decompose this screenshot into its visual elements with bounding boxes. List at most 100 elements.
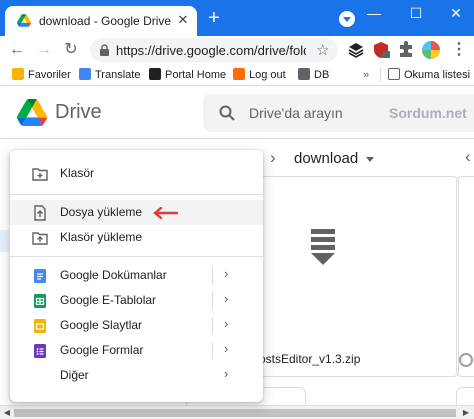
- file-card[interactable]: [456, 387, 474, 407]
- forward-icon[interactable]: →: [33, 39, 55, 61]
- chevron-right-icon[interactable]: ›: [224, 316, 228, 331]
- more-bookmarks-icon[interactable]: »: [363, 67, 369, 83]
- back-icon[interactable]: ←: [6, 39, 28, 61]
- chevron-right-icon: ‹: [465, 147, 471, 166]
- menu-item-folder-upload[interactable]: Klasör yükleme: [10, 225, 263, 250]
- search-placeholder: Drive'da arayın: [249, 105, 343, 121]
- bookmark-favoriler[interactable]: Favoriler: [12, 67, 71, 83]
- menu-divider: [10, 256, 263, 257]
- red-arrow-annotation-icon: [153, 207, 178, 219]
- file-name: ostsEditor_v1.3.zip: [259, 352, 361, 366]
- profile-avatar-icon[interactable]: [421, 40, 441, 60]
- google-docs-icon: [34, 269, 46, 283]
- chevron-right-icon[interactable]: ›: [224, 366, 228, 381]
- tab-title: download - Google Drive: [39, 14, 172, 28]
- chevron-right-icon: ›: [270, 148, 276, 167]
- menu-item-label: Google Slaytlar: [60, 318, 143, 332]
- menu-item-label: Google Formlar: [60, 343, 144, 357]
- submenu-divider: [212, 267, 213, 284]
- chevron-right-icon[interactable]: ›: [224, 341, 228, 356]
- bookmarks-divider: [380, 68, 381, 82]
- lock-icon: [100, 44, 109, 56]
- bookmark-label: Translate: [95, 69, 141, 81]
- chevron-right-icon[interactable]: ›: [224, 266, 228, 281]
- logout-icon: [233, 68, 245, 80]
- chevron-down-icon[interactable]: [366, 157, 374, 162]
- minimize-icon[interactable]: —: [354, 0, 394, 30]
- new-tab-button[interactable]: +: [205, 8, 223, 28]
- menu-item-label: Diğer: [60, 368, 89, 382]
- scrollbar-thumb[interactable]: [14, 409, 456, 417]
- menu-item-label: Google E-Tablolar: [60, 293, 157, 307]
- address-bar[interactable]: https://drive.google.com/drive/folder...…: [90, 38, 338, 62]
- google-slides-icon: [34, 319, 46, 333]
- bookmark-label: Portal Home: [165, 69, 227, 81]
- chevron-right-icon[interactable]: ›: [224, 291, 228, 306]
- translate-icon: [79, 68, 91, 80]
- layers-extension-icon[interactable]: [346, 40, 366, 60]
- portal-icon: [149, 68, 161, 80]
- extensions-puzzle-icon[interactable]: [396, 40, 416, 60]
- menu-item-label: Klasör yükleme: [60, 230, 143, 244]
- tab-search-icon[interactable]: [339, 11, 355, 27]
- scroll-left-icon[interactable]: ◀: [2, 408, 12, 418]
- browser-tab[interactable]: download - Google Drive ✕: [5, 6, 197, 36]
- security-extension-icon[interactable]: [371, 40, 391, 60]
- google-drive-favicon-icon: [17, 14, 31, 27]
- bookmarks-bar: Favoriler Translate Portal Home Log out …: [0, 64, 474, 86]
- file-card[interactable]: [456, 176, 474, 377]
- menu-divider: [10, 194, 263, 195]
- google-sheets-icon: [34, 294, 46, 308]
- file-type-icon: [459, 353, 473, 367]
- folder-icon: [12, 68, 24, 80]
- menu-item-file-upload[interactable]: Dosya yükleme: [10, 200, 263, 225]
- bookmark-log-out[interactable]: Log out: [233, 67, 286, 83]
- menu-item-more[interactable]: Diğer ›: [10, 363, 263, 388]
- drive-header: Drive Drive'da arayın Sordum.net: [0, 87, 474, 139]
- zip-archive-icon: [311, 229, 335, 265]
- menu-item-label: Dosya yükleme: [60, 205, 143, 219]
- horizontal-scrollbar[interactable]: ◀ ▶: [0, 405, 474, 419]
- menu-item-label: Google Dokümanlar: [60, 268, 167, 282]
- menu-item-label: Klasör: [60, 166, 95, 180]
- bookmark-reading-list[interactable]: Okuma listesi: [388, 67, 470, 83]
- submenu-divider: [212, 292, 213, 309]
- google-drive-logo-icon[interactable]: [17, 99, 47, 126]
- bookmark-label: Favoriler: [28, 69, 71, 81]
- sidebar-selection-strip: [0, 230, 9, 252]
- bookmark-label: Log out: [249, 69, 286, 81]
- menu-item-google-docs[interactable]: Google Dokümanlar ›: [10, 263, 263, 288]
- browser-toolbar: ← → ↻ https://drive.google.com/drive/fol…: [0, 36, 474, 64]
- new-item-menu: Klasör Dosya yükleme Klasör yükleme Goog…: [10, 150, 263, 402]
- breadcrumb-current-folder[interactable]: download: [294, 150, 358, 167]
- browser-menu-icon[interactable]: ⋮: [448, 39, 470, 61]
- menu-item-google-slides[interactable]: Google Slaytlar ›: [10, 313, 263, 338]
- menu-item-google-forms[interactable]: Google Formlar ›: [10, 338, 263, 363]
- submenu-divider: [212, 342, 213, 359]
- bookmark-star-icon[interactable]: ☆: [316, 41, 329, 59]
- bookmark-label: Okuma listesi: [404, 69, 471, 81]
- reload-icon[interactable]: ↻: [60, 39, 82, 61]
- bookmark-translate[interactable]: Translate: [79, 67, 140, 83]
- close-window-icon[interactable]: ✕: [436, 0, 474, 30]
- tab-close-icon[interactable]: ✕: [175, 12, 191, 28]
- url-text: https://drive.google.com/drive/folder...: [116, 43, 306, 58]
- file-upload-icon: [34, 205, 46, 221]
- drive-brand: Drive: [55, 101, 102, 123]
- scroll-right-icon[interactable]: ▶: [461, 408, 471, 418]
- maximize-icon[interactable]: ☐: [396, 0, 436, 30]
- menu-item-google-sheets[interactable]: Google E-Tablolar ›: [10, 288, 263, 313]
- watermark: Sordum.net: [389, 105, 467, 121]
- menu-item-new-folder[interactable]: Klasör: [10, 161, 263, 186]
- bookmark-portal-home[interactable]: Portal Home: [149, 67, 226, 83]
- db-icon: [298, 68, 310, 80]
- bookmark-db[interactable]: DB: [298, 67, 329, 83]
- drive-search-box[interactable]: Drive'da arayın Sordum.net: [203, 94, 474, 132]
- submenu-divider: [212, 317, 213, 334]
- reading-list-icon: [388, 68, 400, 80]
- search-icon[interactable]: [219, 105, 235, 121]
- folder-upload-icon: [32, 232, 48, 245]
- bookmark-label: DB: [314, 69, 330, 81]
- browser-tab-strip: download - Google Drive ✕ + — ☐ ✕: [0, 0, 474, 36]
- google-forms-icon: [34, 344, 46, 358]
